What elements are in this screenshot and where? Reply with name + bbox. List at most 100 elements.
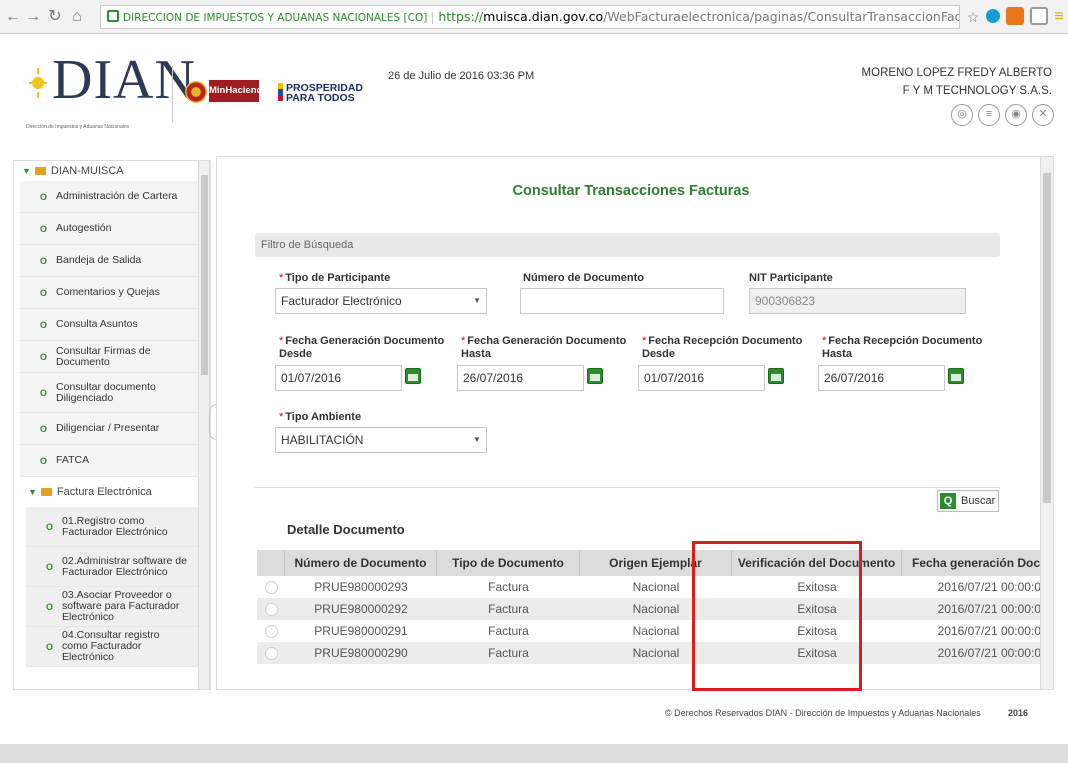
frd-hasta-input[interactable]: 26/07/2016 xyxy=(818,365,945,391)
reload-icon[interactable]: ↻ xyxy=(46,7,64,27)
tipo-participante-label: * Tipo de Participante xyxy=(279,272,391,284)
sidebar-item[interactable]: O Comentarios y Quejas xyxy=(20,277,204,309)
row-radio[interactable] xyxy=(264,624,278,638)
sidebar-subitem[interactable]: O 03.Asociar Proveedor o software para Fa… xyxy=(26,587,204,627)
fgd-desde-input[interactable]: 01/07/2016 xyxy=(275,365,402,391)
expand-triangle-icon: ▼ xyxy=(22,166,31,176)
calendar-icon[interactable] xyxy=(405,368,421,384)
calendar-icon[interactable] xyxy=(948,368,964,384)
sidebar-item[interactable]: O Consultar documento Diligenciado xyxy=(20,373,204,413)
sidebar-group-label: Factura Electrónica xyxy=(56,486,152,498)
url-text[interactable]: https://muisca.dian.gov.co/WebFacturaele… xyxy=(433,9,959,24)
url-host: muisca.dian.gov.co xyxy=(483,9,604,24)
footer-copyright: © Derechos Reservados DIAN - Dirección d… xyxy=(665,708,981,718)
company-name: F Y M TECHNOLOGY S.A.S. xyxy=(902,85,1052,97)
column-header[interactable]: Número de Documento xyxy=(285,550,437,576)
tipo-ambiente-select[interactable]: HABILITACIÓN xyxy=(275,427,487,453)
menu-icon[interactable]: ≡ xyxy=(1050,7,1068,27)
home-icon[interactable]: ⌂ xyxy=(68,7,86,27)
frd-desde-label: * Fecha Recepción Documento Desde xyxy=(642,335,803,360)
shield-icon[interactable]: ◎ xyxy=(951,104,973,126)
chevron-down-icon[interactable]: ▼ xyxy=(467,288,487,314)
chevron-down-icon[interactable]: ▼ xyxy=(467,427,487,453)
bullet-icon: O xyxy=(40,319,48,330)
cell-numero: PRUE980000293 xyxy=(314,580,408,594)
sidebar-item[interactable]: O Diligenciar / Presentar xyxy=(20,413,204,445)
table-header: Número de Documento Tipo de Documento Or… xyxy=(257,550,1043,576)
row-radio[interactable] xyxy=(264,646,278,660)
dian-logo: DIAN xyxy=(52,49,196,111)
column-header[interactable]: Fecha generación Docu xyxy=(902,550,1043,576)
bullet-icon: O xyxy=(46,641,54,652)
cell-fecha: 2016/07/21 00:00:0 xyxy=(937,646,1041,660)
expand-triangle-icon: ▼ xyxy=(28,487,37,497)
bullet-icon: O xyxy=(46,601,54,612)
table-row[interactable]: PRUE980000290 Factura Nacional Exitosa 2… xyxy=(257,642,1043,664)
cell-fecha: 2016/07/21 00:00:0 xyxy=(937,580,1041,594)
filter-section-title: Filtro de Búsqueda xyxy=(255,233,1000,257)
bullet-icon: O xyxy=(40,423,48,434)
address-bar[interactable]: DIRECCION DE IMPUESTOS Y ADUANAS NACIONA… xyxy=(100,5,960,29)
back-icon[interactable]: ← xyxy=(4,7,22,27)
forward-icon[interactable]: → xyxy=(24,7,42,27)
page-title: Consultar Transacciones Facturas xyxy=(512,183,750,199)
table-row[interactable]: PRUE980000293 Factura Nacional Exitosa 2… xyxy=(257,576,1043,598)
folder-icon xyxy=(34,167,46,175)
cell-numero: PRUE980000290 xyxy=(314,646,408,660)
bullet-icon: O xyxy=(40,455,48,466)
column-header[interactable]: Tipo de Documento xyxy=(437,550,580,576)
user-name: MORENO LOPEZ FREDY ALBERTO xyxy=(861,67,1052,79)
lock-icon xyxy=(107,10,119,22)
browser-status-bar xyxy=(0,744,1068,763)
main-scrollbar[interactable] xyxy=(1040,156,1054,690)
sidebar-subitem[interactable]: O 04.Consultar registro como Facturador E… xyxy=(26,627,204,667)
sidebar-subitem[interactable]: O 02.Administrar software de Facturador E… xyxy=(26,547,204,587)
footer-year: 2016 xyxy=(1008,708,1029,718)
sidebar-item[interactable]: O FATCA xyxy=(20,445,204,477)
row-radio[interactable] xyxy=(264,580,278,594)
buscar-button[interactable]: Q Buscar xyxy=(937,490,999,512)
bullet-icon: O xyxy=(40,351,48,362)
sidebar-item[interactable]: O Consultar Firmas de Documento xyxy=(20,341,204,373)
extension-page-icon[interactable] xyxy=(1030,7,1048,25)
url-scheme: https:// xyxy=(438,9,484,24)
prosperidad-logo: PROSPERIDAD PARA TODOS xyxy=(278,83,363,103)
tipo-participante-select[interactable]: Facturador Electrónico xyxy=(275,288,487,314)
tipo-ambiente-label: * Tipo Ambiente xyxy=(279,411,362,423)
close-icon[interactable]: ✕ xyxy=(1032,104,1054,126)
sidebar-root[interactable]: ▼ DIAN-MUISCA xyxy=(14,161,210,181)
cell-tipo: Factura xyxy=(488,646,529,660)
folder-icon xyxy=(40,488,52,496)
table-row[interactable]: PRUE980000291 Factura Nacional Exitosa 2… xyxy=(257,620,1043,642)
sidebar-scroll-thumb[interactable] xyxy=(201,175,208,375)
numero-documento-input[interactable] xyxy=(520,288,724,314)
frd-desde-input[interactable]: 01/07/2016 xyxy=(638,365,765,391)
main-content: Consultar Transacciones Facturas Filtro … xyxy=(216,156,1044,690)
table-row[interactable]: PRUE980000292 Factura Nacional Exitosa 2… xyxy=(257,598,1043,620)
verification-column-highlight xyxy=(692,541,862,691)
cell-tipo: Factura xyxy=(488,602,529,616)
bullet-icon: O xyxy=(40,223,48,234)
nit-participante-input[interactable]: 900306823 xyxy=(749,288,966,314)
row-radio[interactable] xyxy=(264,602,278,616)
help-icon[interactable]: ≡ xyxy=(978,104,1000,126)
results-table: Número de Documento Tipo de Documento Or… xyxy=(257,550,1043,664)
bullet-icon: O xyxy=(46,561,54,572)
sidebar-item[interactable]: O Consulta Asuntos xyxy=(20,309,204,341)
sidebar-subitem[interactable]: O 01.Registro como Facturador Electrónico xyxy=(26,507,204,547)
cell-fecha: 2016/07/21 00:00:0 xyxy=(937,602,1041,616)
calendar-icon[interactable] xyxy=(587,368,603,384)
bookmark-star-icon[interactable]: ☆ xyxy=(964,7,982,27)
extension-cloud-icon[interactable] xyxy=(986,9,1000,23)
sidebar-item[interactable]: O Administración de Cartera xyxy=(20,181,204,213)
search-icon: Q xyxy=(940,493,956,509)
sidebar-group-factura[interactable]: ▼ Factura Electrónica xyxy=(20,477,210,507)
calendar-icon[interactable] xyxy=(768,368,784,384)
sidebar-item[interactable]: O Autogestión xyxy=(20,213,204,245)
sidebar-item[interactable]: O Bandeja de Salida xyxy=(20,245,204,277)
fgd-hasta-input[interactable]: 26/07/2016 xyxy=(457,365,584,391)
main-scroll-thumb[interactable] xyxy=(1043,173,1051,503)
required-mark: * xyxy=(279,272,284,284)
settings-icon[interactable]: ◉ xyxy=(1005,104,1027,126)
extension-orange-icon[interactable] xyxy=(1006,7,1024,25)
